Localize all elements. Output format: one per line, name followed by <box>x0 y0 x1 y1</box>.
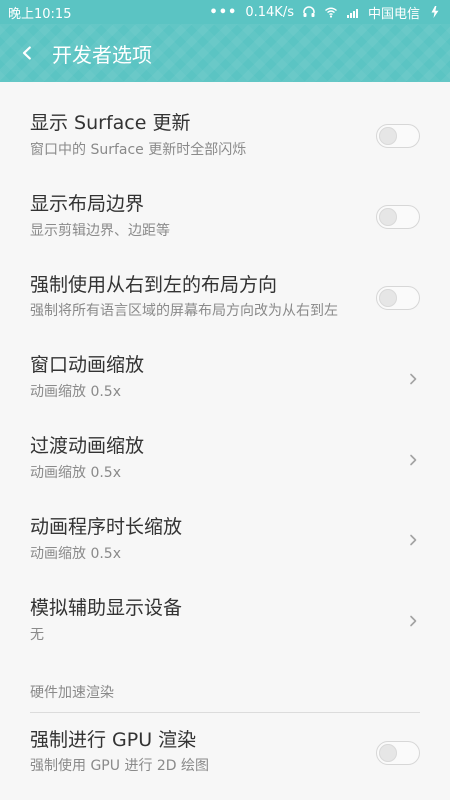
page-title: 开发者选项 <box>52 42 152 67</box>
setting-title: 模拟辅助显示设备 <box>30 596 183 619</box>
setting-title: 显示 Surface 更新 <box>30 112 191 134</box>
status-time: 晚上10:15 <box>8 6 72 22</box>
setting-subtitle: 动画缩放 0.5x <box>30 464 121 481</box>
headphones-icon <box>302 5 316 19</box>
setting-secondary-display[interactable]: 模拟辅助显示设备 无 <box>0 581 450 662</box>
setting-title: 窗口动画缩放 <box>30 354 145 377</box>
chevron-right-icon <box>406 372 420 386</box>
wifi-icon <box>324 5 338 19</box>
setting-subtitle: 动画缩放 0.5x <box>30 545 121 562</box>
toggle-switch[interactable] <box>376 285 420 310</box>
setting-subtitle: 窗口中的 Surface 更新时全部闪烁 <box>30 141 247 158</box>
setting-subtitle: 动画缩放 0.5x <box>30 384 121 401</box>
chevron-right-icon <box>406 614 420 628</box>
setting-subtitle: 显示剪辑边界、边距等 <box>30 222 170 239</box>
setting-title: 过渡动画缩放 <box>30 435 145 458</box>
setting-force-gpu-rendering[interactable]: 强制进行 GPU 渲染 强制使用 GPU 进行 2D 绘图 <box>0 713 450 794</box>
setting-layout-bounds[interactable]: 显示布局边界 显示剪辑边界、边距等 <box>0 177 450 258</box>
setting-subtitle: 强制使用 GPU 进行 2D 绘图 <box>30 758 210 775</box>
status-right: ••• 0.14K/s 中国电信 <box>209 3 442 22</box>
toggle-switch[interactable] <box>376 124 420 149</box>
top-app-bar: 开发者选项 <box>0 24 450 82</box>
setting-subtitle: 强制将所有语言区域的屏幕布局方向改为从右到左 <box>30 303 338 320</box>
signal-icon <box>346 5 360 19</box>
toggle-knob <box>379 127 397 146</box>
chevron-right-icon <box>406 533 420 547</box>
notification-dots: ••• <box>209 4 238 20</box>
setting-transition-animation-scale[interactable]: 过渡动画缩放 动画缩放 0.5x <box>0 419 450 500</box>
setting-window-animation-scale[interactable]: 窗口动画缩放 动画缩放 0.5x <box>0 338 450 419</box>
setting-subtitle: 无 <box>30 626 44 643</box>
setting-title: 显示布局边界 <box>30 192 145 215</box>
toggle-switch[interactable] <box>376 205 420 230</box>
toggle-knob <box>379 288 397 307</box>
setting-title: 强制使用从右到左的布局方向 <box>30 273 278 296</box>
setting-title: 强制进行 GPU 渲染 <box>30 728 197 751</box>
toggle-knob <box>379 208 397 227</box>
network-speed: 0.14K/s <box>245 4 294 20</box>
carrier-name: 中国电信 <box>367 6 420 22</box>
settings-list: 显示 Surface 更新 窗口中的 Surface 更新时全部闪烁 显示布局边… <box>0 82 450 793</box>
chevron-right-icon <box>406 453 420 467</box>
setting-title: 动画程序时长缩放 <box>30 515 183 538</box>
back-arrow-icon[interactable] <box>18 44 36 62</box>
setting-rtl-layout[interactable]: 强制使用从右到左的布局方向 强制将所有语言区域的屏幕布局方向改为从右到左 <box>0 258 450 339</box>
setting-animator-duration-scale[interactable]: 动画程序时长缩放 动画缩放 0.5x <box>0 500 450 581</box>
charging-icon <box>428 5 442 19</box>
toggle-switch[interactable] <box>376 740 420 765</box>
section-header-hardware-rendering: 硬件加速渲染 <box>30 684 114 701</box>
setting-surface-updates[interactable]: 显示 Surface 更新 窗口中的 Surface 更新时全部闪烁 <box>0 96 450 177</box>
status-bar: 晚上10:15 ••• 0.14K/s 中国电信 <box>0 0 450 24</box>
toggle-knob <box>379 743 397 762</box>
